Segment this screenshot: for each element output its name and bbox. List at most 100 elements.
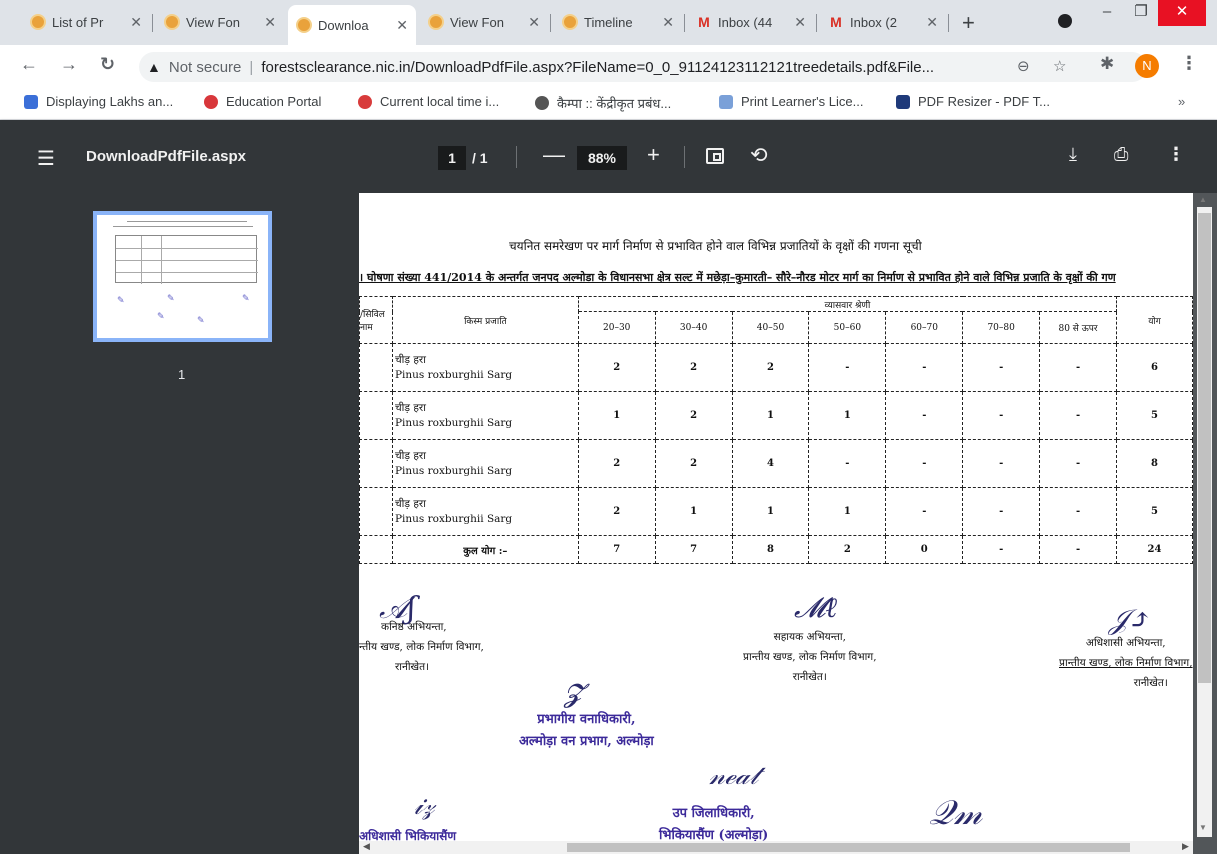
page-thumbnail[interactable]: ✎ ✎ ✎ ✎ ✎: [93, 211, 272, 342]
rotate-icon[interactable]: ⟲: [750, 143, 768, 168]
tab-4[interactable]: Timeline ✕: [554, 7, 682, 37]
zoom-level-input[interactable]: 88%: [577, 146, 627, 170]
tab-close-icon[interactable]: ✕: [528, 14, 540, 31]
more-options-icon[interactable]: ⋮: [1167, 144, 1185, 165]
gmail-icon: M: [698, 14, 710, 30]
tab-1[interactable]: View Fon ✕: [156, 7, 284, 37]
zoom-out-button[interactable]: —: [543, 142, 565, 168]
table-row: चीड़ हरा Pinus roxburghii Sarg 2 2 4- - - -8: [359, 439, 1193, 488]
site-favicon-icon: [428, 14, 444, 30]
tab-2-active[interactable]: Downloa ✕: [288, 5, 416, 45]
scroll-thumb[interactable]: [567, 843, 1130, 852]
species-local-name: चीड़ हरा: [394, 449, 426, 462]
profile-avatar[interactable]: N: [1135, 54, 1159, 78]
close-window-button[interactable]: ✕: [1158, 0, 1206, 26]
extensions-puzzle-icon[interactable]: ✱: [1100, 54, 1114, 74]
bookmarks-overflow-button[interactable]: »: [1178, 94, 1185, 109]
thumb-line: [116, 260, 258, 261]
pdf-viewer[interactable]: चयनित समरेखण पर मार्ग निर्माण से प्रभावि…: [359, 193, 1217, 854]
thumb-signature: ✎: [157, 311, 165, 321]
count-cell: 2: [654, 343, 733, 392]
reload-icon[interactable]: ↻: [100, 54, 115, 75]
bookmark-item[interactable]: कैम्पा :: केंद्रीकृत प्रबंध...: [535, 94, 671, 112]
toolbar-divider: [684, 146, 685, 168]
download-icon[interactable]: ⤓: [1069, 144, 1077, 165]
tab-5[interactable]: M Inbox (44 ✕: [688, 7, 814, 37]
thumb-line: [116, 272, 258, 273]
tab-close-icon[interactable]: ✕: [794, 14, 806, 31]
tab-close-icon[interactable]: ✕: [926, 14, 938, 31]
count-cell: -: [885, 439, 964, 488]
tab-close-icon[interactable]: ✕: [396, 17, 408, 34]
back-arrow-icon[interactable]: ←: [20, 54, 38, 75]
tab-6[interactable]: M Inbox (2 ✕: [820, 7, 946, 37]
thumb-signature: ✎: [117, 295, 125, 305]
count-cell: -: [885, 487, 964, 536]
security-label[interactable]: Not secure: [169, 59, 242, 76]
pdf-page: चयनित समरेखण पर मार्ग निर्माण से प्रभावि…: [359, 193, 1193, 841]
profile-indicator-icon[interactable]: [1058, 14, 1072, 28]
document-title: चयनित समरेखण पर मार्ग निर्माण से प्रभावि…: [509, 239, 922, 253]
bookmark-item[interactable]: Education Portal: [204, 94, 321, 109]
bookmark-item[interactable]: Current local time i...: [358, 94, 499, 109]
scroll-thumb[interactable]: [1198, 213, 1211, 683]
stamp-bottom-left: अधिशासी भिकियासैंण: [359, 829, 457, 841]
tab-close-icon[interactable]: ✕: [264, 14, 276, 31]
scroll-left-arrow-icon[interactable]: ◀: [363, 841, 370, 852]
omnibox[interactable]: ▲ Not secure | forestsclearance.nic.in/D…: [139, 52, 1147, 82]
vertical-scrollbar[interactable]: ▲ ▼: [1193, 193, 1217, 854]
bookmark-item[interactable]: PDF Resizer - PDF T...: [896, 94, 1050, 109]
pdf-favicon-icon: [896, 94, 910, 109]
table-row: चीड़ हरा Pinus roxburghii Sarg 1 2 1 1- - -5: [359, 391, 1193, 440]
print-icon[interactable]: ⎙: [1114, 144, 1128, 165]
count-cell: -: [808, 343, 887, 392]
tab-title: Downloa: [318, 17, 369, 33]
count-cell: 2: [731, 343, 810, 392]
header-diameter: 30–40: [654, 311, 733, 344]
bookmark-item[interactable]: Print Learner's Lice...: [719, 94, 863, 109]
signatory-line: रानीखेत।: [792, 671, 827, 683]
restore-button[interactable]: ❐: [1124, 0, 1158, 26]
species-botanical-name: Pinus roxburghii Sarg: [394, 464, 513, 477]
count-cell: -: [962, 439, 1041, 488]
bookmark-label: Current local time i...: [380, 94, 500, 109]
forward-arrow-icon[interactable]: →: [60, 54, 78, 75]
count-cell: -: [962, 487, 1041, 536]
warning-triangle-icon[interactable]: ▲: [147, 59, 161, 75]
zoom-in-button[interactable]: +: [647, 142, 660, 168]
bookmark-item[interactable]: Displaying Lakhs an...: [24, 94, 173, 109]
tab-close-icon[interactable]: ✕: [662, 14, 674, 31]
signatory-line: रानीखेत।: [1133, 677, 1168, 689]
zoom-lens-icon[interactable]: ⊖: [1017, 57, 1030, 75]
signatory-line: प्रान्तीय खण्ड, लोक निर्माण विभाग,: [1059, 657, 1193, 669]
tab-close-icon[interactable]: ✕: [130, 14, 142, 31]
count-cell: -: [885, 391, 964, 440]
signatory-line: अधिशासी अभियन्ता,: [1085, 637, 1166, 649]
new-tab-button[interactable]: +: [962, 10, 975, 36]
signatory-executive: अधिशासी अभियन्ता, प्रान्तीय खण्ड, लोक नि…: [1059, 633, 1193, 693]
clock-favicon-icon: [358, 94, 372, 109]
grand-total-value: 24: [1116, 535, 1193, 564]
fit-page-icon[interactable]: [706, 148, 724, 164]
scroll-right-arrow-icon[interactable]: ▶: [1182, 841, 1189, 852]
grand-value: 7: [654, 535, 733, 564]
document-subtitle: । घोषणा संख्या 441/2014 के अन्तर्गत जनपद…: [359, 271, 1116, 284]
url-text[interactable]: forestsclearance.nic.in/DownloadPdfFile.…: [261, 59, 934, 76]
page-number-input[interactable]: 1: [438, 146, 466, 170]
scroll-up-arrow-icon[interactable]: ▲: [1199, 195, 1207, 204]
grand-total-row: कुल योग :– 7 7 8 2 0 - - 24: [359, 535, 1193, 564]
header-species: किस्म प्रजाति: [391, 296, 579, 344]
tab-0[interactable]: List of Pr ✕: [22, 7, 150, 37]
minimize-button[interactable]: –: [1090, 0, 1124, 26]
chrome-menu-icon[interactable]: ⋮: [1180, 53, 1198, 74]
stamp-line: भिकियासैंण (अल्मोड़ा): [659, 828, 769, 841]
tab-3[interactable]: View Fon ✕: [420, 7, 548, 37]
horizontal-scrollbar[interactable]: ◀ ▶: [359, 841, 1193, 854]
site-favicon-icon: [164, 14, 180, 30]
menu-hamburger-icon[interactable]: ☰: [37, 146, 55, 171]
scroll-down-arrow-icon[interactable]: ▼: [1199, 823, 1207, 832]
thumb-line: [127, 221, 247, 222]
bookmark-star-icon[interactable]: ☆: [1053, 57, 1066, 75]
site-favicon-icon: [30, 14, 46, 30]
count-cell: -: [1039, 487, 1117, 536]
